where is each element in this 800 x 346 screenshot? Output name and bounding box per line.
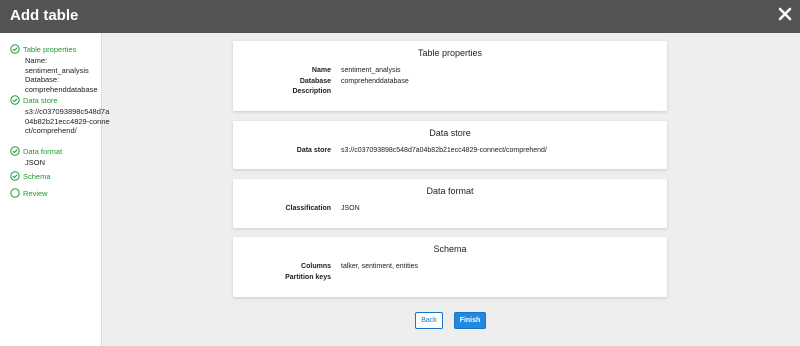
step-review: Review xyxy=(10,188,48,198)
check-circle-icon xyxy=(10,95,20,105)
step-label: Data store xyxy=(23,95,58,105)
dialog-title: Add table xyxy=(10,7,79,24)
card-row: Columns talker, sentiment, entities xyxy=(233,262,667,273)
step-table-properties: Table properties Name: sentiment_analysi… xyxy=(10,44,98,94)
step-label: Review xyxy=(23,188,48,198)
row-value: sentiment_analysis xyxy=(341,67,401,74)
step-detail-line: JSON xyxy=(25,158,46,167)
step-detail-line: Database: xyxy=(25,75,60,84)
step-detail-line: sentiment_analysis xyxy=(25,65,89,75)
card-rows: Name sentiment_analysis Database compreh… xyxy=(233,66,667,98)
step-label: Table properties xyxy=(23,44,77,54)
step-schema: Schema xyxy=(10,171,51,181)
step-label: Data format xyxy=(23,146,63,156)
dialog-header: Add table xyxy=(0,0,800,33)
check-circle-icon xyxy=(10,171,20,181)
step-details: s3://c037093898c548d7a04b82b21ecc4829-co… xyxy=(10,107,111,136)
step-detail-line: comprehenddatabase xyxy=(25,84,98,94)
card-rows: Data store s3://c037093898c548d7a04b82b2… xyxy=(233,146,667,157)
schema-card: Schema Columns talker, sentiment, entiti… xyxy=(233,237,667,297)
card-title: Data format xyxy=(426,186,474,196)
check-circle-icon xyxy=(10,44,20,54)
step-schema-link[interactable]: Schema xyxy=(10,171,51,181)
card-title: Table properties xyxy=(417,48,483,58)
card-title: Data store xyxy=(429,128,471,138)
row-label: Columns xyxy=(301,263,331,270)
step-detail-line: s3://c037093898c548d7a04b82b21ecc4829-co… xyxy=(25,107,110,135)
row-label: Name xyxy=(311,67,331,74)
close-icon[interactable] xyxy=(778,7,792,21)
row-value: s3://c037093898c548d7a04b82b21ecc4829-co… xyxy=(341,147,547,154)
card-row: Classification JSON xyxy=(233,204,667,215)
step-table-properties-link[interactable]: Table properties xyxy=(10,44,98,54)
row-label: Partition keys xyxy=(285,273,331,281)
row-label: Data store xyxy=(296,147,331,154)
data-store-card: Data store Data store s3://c037093898c54… xyxy=(233,121,667,169)
check-circle-icon xyxy=(10,146,20,156)
card-row: Description xyxy=(233,87,667,98)
data-format-card: Data format Classification JSON xyxy=(233,179,667,228)
card-rows: Columns talker, sentiment, entities Part… xyxy=(233,262,667,283)
row-label: Classification xyxy=(285,205,331,212)
card-rows: Classification JSON xyxy=(233,204,667,215)
step-data-store-link[interactable]: Data store xyxy=(10,95,111,105)
card-row: Name sentiment_analysis xyxy=(233,66,667,77)
step-details: JSON xyxy=(10,158,62,168)
back-button[interactable]: Back xyxy=(415,312,443,329)
row-value: talker, sentiment, entities xyxy=(341,263,419,270)
step-data-format: Data format JSON xyxy=(10,146,62,168)
finish-button[interactable]: Finish xyxy=(454,312,486,329)
card-row: Database comprehenddatabase xyxy=(233,77,667,88)
empty-circle-icon xyxy=(10,188,20,198)
table-properties-card: Table properties Name sentiment_analysis… xyxy=(233,41,667,111)
row-label: Database xyxy=(299,77,331,85)
step-review-link[interactable]: Review xyxy=(10,188,48,198)
step-data-format-link[interactable]: Data format xyxy=(10,146,62,156)
step-details: Name: sentiment_analysis Database: compr… xyxy=(10,56,98,94)
step-label: Schema xyxy=(23,171,51,181)
step-detail-line: Name: xyxy=(25,56,48,65)
row-value: comprehenddatabase xyxy=(341,77,409,85)
row-label: Description xyxy=(292,88,331,95)
card-row: Partition keys xyxy=(233,273,667,284)
row-value: JSON xyxy=(341,205,360,212)
wizard-sidebar: Table properties Name: sentiment_analysi… xyxy=(0,33,110,346)
card-title: Schema xyxy=(433,244,467,254)
step-data-store: Data store s3://c037093898c548d7a04b82b2… xyxy=(10,95,111,136)
card-row: Data store s3://c037093898c548d7a04b82b2… xyxy=(233,146,667,157)
